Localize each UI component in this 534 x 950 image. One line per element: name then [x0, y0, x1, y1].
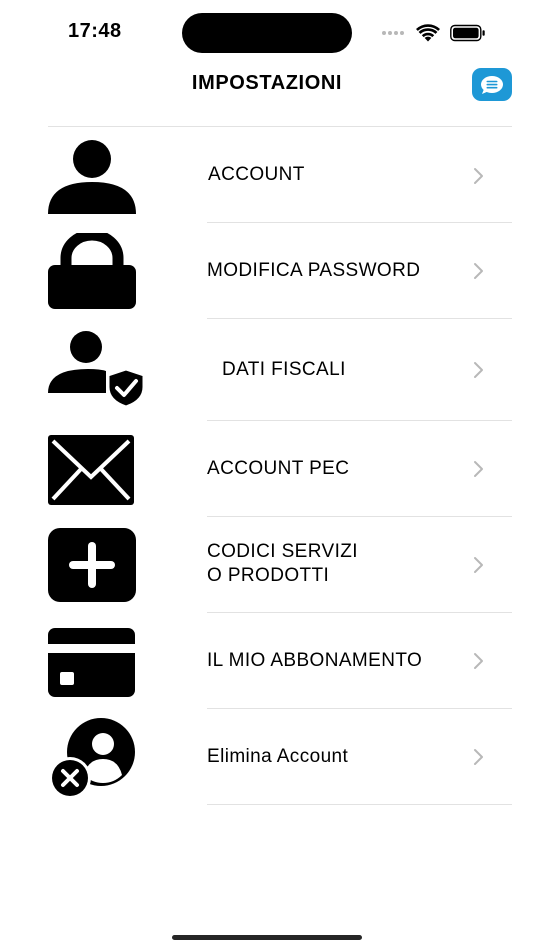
- battery-icon: [450, 24, 485, 42]
- user-icon: [48, 140, 136, 214]
- menu-item-tax-data[interactable]: DATI FISCALI: [0, 319, 534, 421]
- chat-button[interactable]: [472, 68, 512, 101]
- status-indicators: [382, 22, 486, 44]
- row-divider: [207, 804, 512, 805]
- lock-icon: [48, 233, 136, 309]
- home-indicator[interactable]: [172, 935, 362, 940]
- menu-item-label: Elimina Account: [207, 746, 349, 767]
- chevron-right-icon: [474, 557, 483, 573]
- status-time: 17:48: [68, 20, 122, 42]
- plus-square-icon: [48, 528, 136, 602]
- chat-bubble-icon: [481, 75, 503, 94]
- menu-item-label: DATI FISCALI: [222, 359, 346, 380]
- menu-item-pec-account[interactable]: ACCOUNT PEC: [0, 421, 534, 517]
- menu-item-service-codes[interactable]: CODICI SERVIZI O PRODOTTI: [0, 517, 534, 613]
- page-title: IMPOSTAZIONI: [191, 72, 343, 94]
- wifi-icon: [416, 24, 440, 42]
- chevron-right-icon: [474, 263, 483, 279]
- menu-item-label: ACCOUNT PEC: [207, 458, 350, 479]
- credit-card-icon: [48, 628, 135, 697]
- envelope-icon: [48, 435, 134, 505]
- menu-item-account[interactable]: ACCOUNT: [0, 130, 534, 223]
- chevron-right-icon: [474, 653, 483, 669]
- chevron-right-icon: [474, 168, 483, 184]
- user-shield-icon: [48, 331, 146, 407]
- chevron-right-icon: [474, 362, 483, 378]
- user-delete-icon: [49, 718, 135, 797]
- chevron-right-icon: [474, 461, 483, 477]
- menu-item-delete-account[interactable]: Elimina Account: [0, 709, 534, 805]
- header-divider: [48, 126, 512, 127]
- chevron-right-icon: [474, 749, 483, 765]
- menu-item-change-password[interactable]: MODIFICA PASSWORD: [0, 223, 534, 319]
- menu-item-subscription[interactable]: IL MIO ABBONAMENTO: [0, 613, 534, 709]
- menu-item-label: ACCOUNT: [208, 164, 305, 185]
- menu-item-label: IL MIO ABBONAMENTO: [207, 650, 423, 671]
- menu-item-label: MODIFICA PASSWORD: [207, 260, 421, 281]
- menu-item-label: CODICI SERVIZI O PRODOTTI: [207, 541, 358, 586]
- cellular-signal-icon: [382, 31, 404, 35]
- dynamic-island: [182, 13, 352, 53]
